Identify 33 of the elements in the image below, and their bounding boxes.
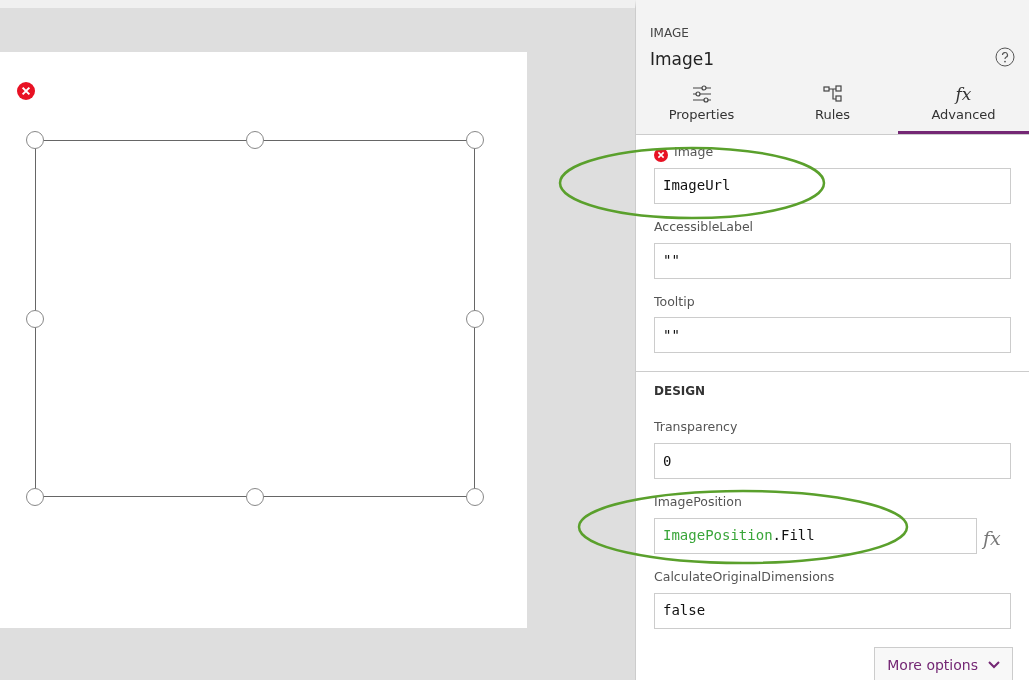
property-label: ImagePosition — [654, 493, 742, 511]
formula-button[interactable]: fx — [983, 523, 1001, 552]
tree-icon — [821, 82, 844, 105]
formula-field[interactable]: "" — [654, 242, 1011, 279]
property-label: Image — [674, 143, 714, 161]
property-label: CalculateOriginalDimensions — [654, 567, 835, 586]
resize-handle[interactable] — [26, 131, 44, 149]
property-label: AccessibleLabel — [654, 217, 754, 236]
panel-tab[interactable]: fx Advanced — [898, 78, 1029, 134]
property-label: Transparency — [654, 418, 738, 437]
resize-handle[interactable] — [26, 310, 44, 328]
panel-tab[interactable]: Rules — [767, 78, 898, 134]
more-options-button[interactable]: More options — [874, 646, 1013, 680]
formula-field[interactable]: 0 — [654, 443, 1011, 479]
control-name: Image1 — [650, 48, 715, 71]
resize-handle[interactable] — [246, 131, 264, 149]
resize-handle[interactable] — [466, 488, 484, 506]
formula-icon: fx — [955, 82, 972, 105]
formula-field[interactable]: "" — [654, 317, 1011, 354]
help-icon[interactable] — [995, 46, 1015, 67]
resize-handle[interactable] — [466, 310, 484, 328]
chevron-down-icon — [988, 661, 1000, 669]
control-type-label: IMAGE — [650, 25, 690, 42]
panel-tab[interactable]: Properties — [636, 78, 767, 134]
resize-handle[interactable] — [246, 488, 264, 506]
formula-field[interactable]: false — [654, 592, 1011, 629]
formula-field[interactable]: ImagePosition.Fill — [654, 517, 977, 554]
resize-handle[interactable] — [466, 131, 484, 149]
sliders-icon — [690, 82, 713, 105]
property-label: Tooltip — [654, 292, 695, 311]
resize-handle[interactable] — [26, 488, 44, 506]
section-title: DESIGN — [654, 383, 707, 401]
formula-field[interactable]: ImageUrl — [654, 167, 1011, 204]
